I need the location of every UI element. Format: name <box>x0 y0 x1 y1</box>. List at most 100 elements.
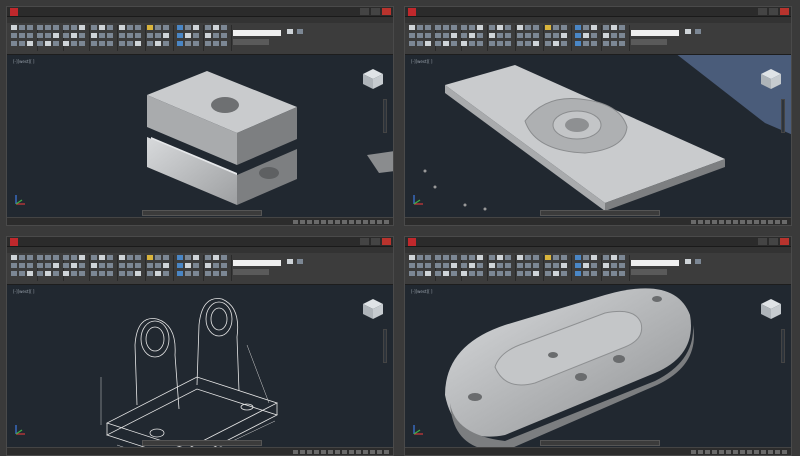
status-toggle[interactable] <box>691 220 696 224</box>
ribbon-tool-icon[interactable] <box>63 271 69 276</box>
ribbon-tool-icon[interactable] <box>603 263 609 268</box>
ribbon-tool-icon[interactable] <box>63 33 69 38</box>
ribbon-tool-icon[interactable] <box>147 271 153 276</box>
ribbon-tool-icon[interactable] <box>575 25 581 30</box>
ribbon-tool-icon[interactable] <box>603 33 609 38</box>
ribbon-tool-icon[interactable] <box>477 33 483 38</box>
status-toggle[interactable] <box>370 220 375 224</box>
ribbon-tool-icon[interactable] <box>561 25 567 30</box>
viewcube-icon[interactable] <box>361 297 385 321</box>
ribbon-tool-icon[interactable] <box>525 271 531 276</box>
ribbon-tool-icon[interactable] <box>417 263 423 268</box>
ribbon-tool-icon[interactable] <box>561 255 567 260</box>
ribbon-tool-icon[interactable] <box>461 33 467 38</box>
ribbon-tool-icon[interactable] <box>451 263 457 268</box>
ribbon-tool-icon[interactable] <box>37 255 43 260</box>
ribbon-tool-icon[interactable] <box>71 33 77 38</box>
ribbon-tool-icon[interactable] <box>127 41 133 46</box>
ribbon-tool-icon[interactable] <box>469 263 475 268</box>
ribbon-tool-icon[interactable] <box>11 271 17 276</box>
ribbon-tool-icon[interactable] <box>409 263 415 268</box>
ribbon-tool-icon[interactable] <box>505 263 511 268</box>
ribbon-tool-icon[interactable] <box>525 33 531 38</box>
ribbon-tool-icon[interactable] <box>591 41 597 46</box>
ribbon-tool-icon[interactable] <box>27 271 33 276</box>
ribbon-tool-icon[interactable] <box>119 271 125 276</box>
ribbon-tool-icon[interactable] <box>409 271 415 276</box>
ribbon-tool-icon[interactable] <box>469 41 475 46</box>
ribbon-tool-icon[interactable] <box>451 41 457 46</box>
ribbon-tool-icon[interactable] <box>417 33 423 38</box>
ribbon-tool-icon[interactable] <box>435 271 441 276</box>
status-toggle[interactable] <box>733 450 738 454</box>
status-toggle[interactable] <box>691 450 696 454</box>
ribbon-tool-icon[interactable] <box>533 33 539 38</box>
ribbon-tool-icon[interactable] <box>619 255 625 260</box>
ribbon-tool-icon[interactable] <box>45 263 51 268</box>
rounded-plate-model[interactable] <box>405 285 792 449</box>
maximize-button[interactable] <box>769 8 778 15</box>
ribbon-tool-icon[interactable] <box>11 25 17 30</box>
status-toggle[interactable] <box>782 220 787 224</box>
ribbon-tool-icon[interactable] <box>213 41 219 46</box>
ribbon-tool-icon[interactable] <box>155 33 161 38</box>
ribbon-tool-icon[interactable] <box>79 33 85 38</box>
status-toggle[interactable] <box>349 220 354 224</box>
ribbon-tool-icon[interactable] <box>591 255 597 260</box>
close-button[interactable] <box>780 8 789 15</box>
status-toggle[interactable] <box>754 450 759 454</box>
ribbon-tool-icon[interactable] <box>619 33 625 38</box>
ribbon-tool-icon[interactable] <box>575 33 581 38</box>
status-toggle[interactable] <box>363 450 368 454</box>
status-toggle[interactable] <box>775 220 780 224</box>
ribbon-tool-icon[interactable] <box>461 263 467 268</box>
ribbon-tool-icon[interactable] <box>221 33 227 38</box>
ribbon-tool-icon[interactable] <box>71 41 77 46</box>
ribbon-tool-icon[interactable] <box>425 271 431 276</box>
ribbon-tool-icon[interactable] <box>611 33 617 38</box>
status-toggle[interactable] <box>321 220 326 224</box>
layer-dropdown[interactable] <box>233 30 281 36</box>
ribbon-tool-icon[interactable] <box>517 263 523 268</box>
ribbon-tool-icon[interactable] <box>205 271 211 276</box>
minimize-button[interactable] <box>360 238 369 245</box>
ribbon-tool-icon[interactable] <box>53 255 59 260</box>
ribbon-tool-icon[interactable] <box>451 33 457 38</box>
ribbon-tool-icon[interactable] <box>477 255 483 260</box>
ribbon-tool-icon[interactable] <box>107 33 113 38</box>
ribbon-tool-icon[interactable] <box>163 33 169 38</box>
command-line[interactable] <box>540 440 660 446</box>
ribbon-tool-icon[interactable] <box>525 25 531 30</box>
ribbon-tool-icon[interactable] <box>119 41 125 46</box>
ribbon-tool-icon[interactable] <box>533 41 539 46</box>
ribbon-tool-icon[interactable] <box>409 25 415 30</box>
ribbon-tool-icon[interactable] <box>603 255 609 260</box>
ribbon-tool-icon[interactable] <box>443 263 449 268</box>
autocad-logo-icon[interactable] <box>408 238 416 246</box>
ribbon-tool-icon[interactable] <box>611 25 617 30</box>
ribbon-tool-icon[interactable] <box>443 255 449 260</box>
status-toggle[interactable] <box>356 450 361 454</box>
ribbon-tool-icon[interactable] <box>435 41 441 46</box>
ribbon-tool-icon[interactable] <box>489 41 495 46</box>
maximize-button[interactable] <box>371 238 380 245</box>
ribbon-tool-icon[interactable] <box>545 41 551 46</box>
ribbon-tool-icon[interactable] <box>11 263 17 268</box>
ribbon-tool-icon[interactable] <box>583 255 589 260</box>
ribbon-tool-icon[interactable] <box>553 33 559 38</box>
ribbon-tool-icon[interactable] <box>443 41 449 46</box>
ribbon-tool-icon[interactable] <box>213 25 219 30</box>
status-toggle[interactable] <box>370 450 375 454</box>
ribbon-tool-icon[interactable] <box>545 255 551 260</box>
command-line[interactable] <box>540 210 660 216</box>
ribbon-tool-icon[interactable] <box>603 41 609 46</box>
ribbon-tool-icon[interactable] <box>533 271 539 276</box>
ribbon-tool-icon[interactable] <box>63 263 69 268</box>
ribbon-tool-icon[interactable] <box>497 33 503 38</box>
ribbon-tool-icon[interactable] <box>603 25 609 30</box>
ribbon-tool-icon[interactable] <box>127 263 133 268</box>
ribbon-tool-icon[interactable] <box>213 271 219 276</box>
ribbon-tool-icon[interactable] <box>11 33 17 38</box>
ribbon-tool-icon[interactable] <box>583 25 589 30</box>
ribbon-tool-icon[interactable] <box>119 25 125 30</box>
